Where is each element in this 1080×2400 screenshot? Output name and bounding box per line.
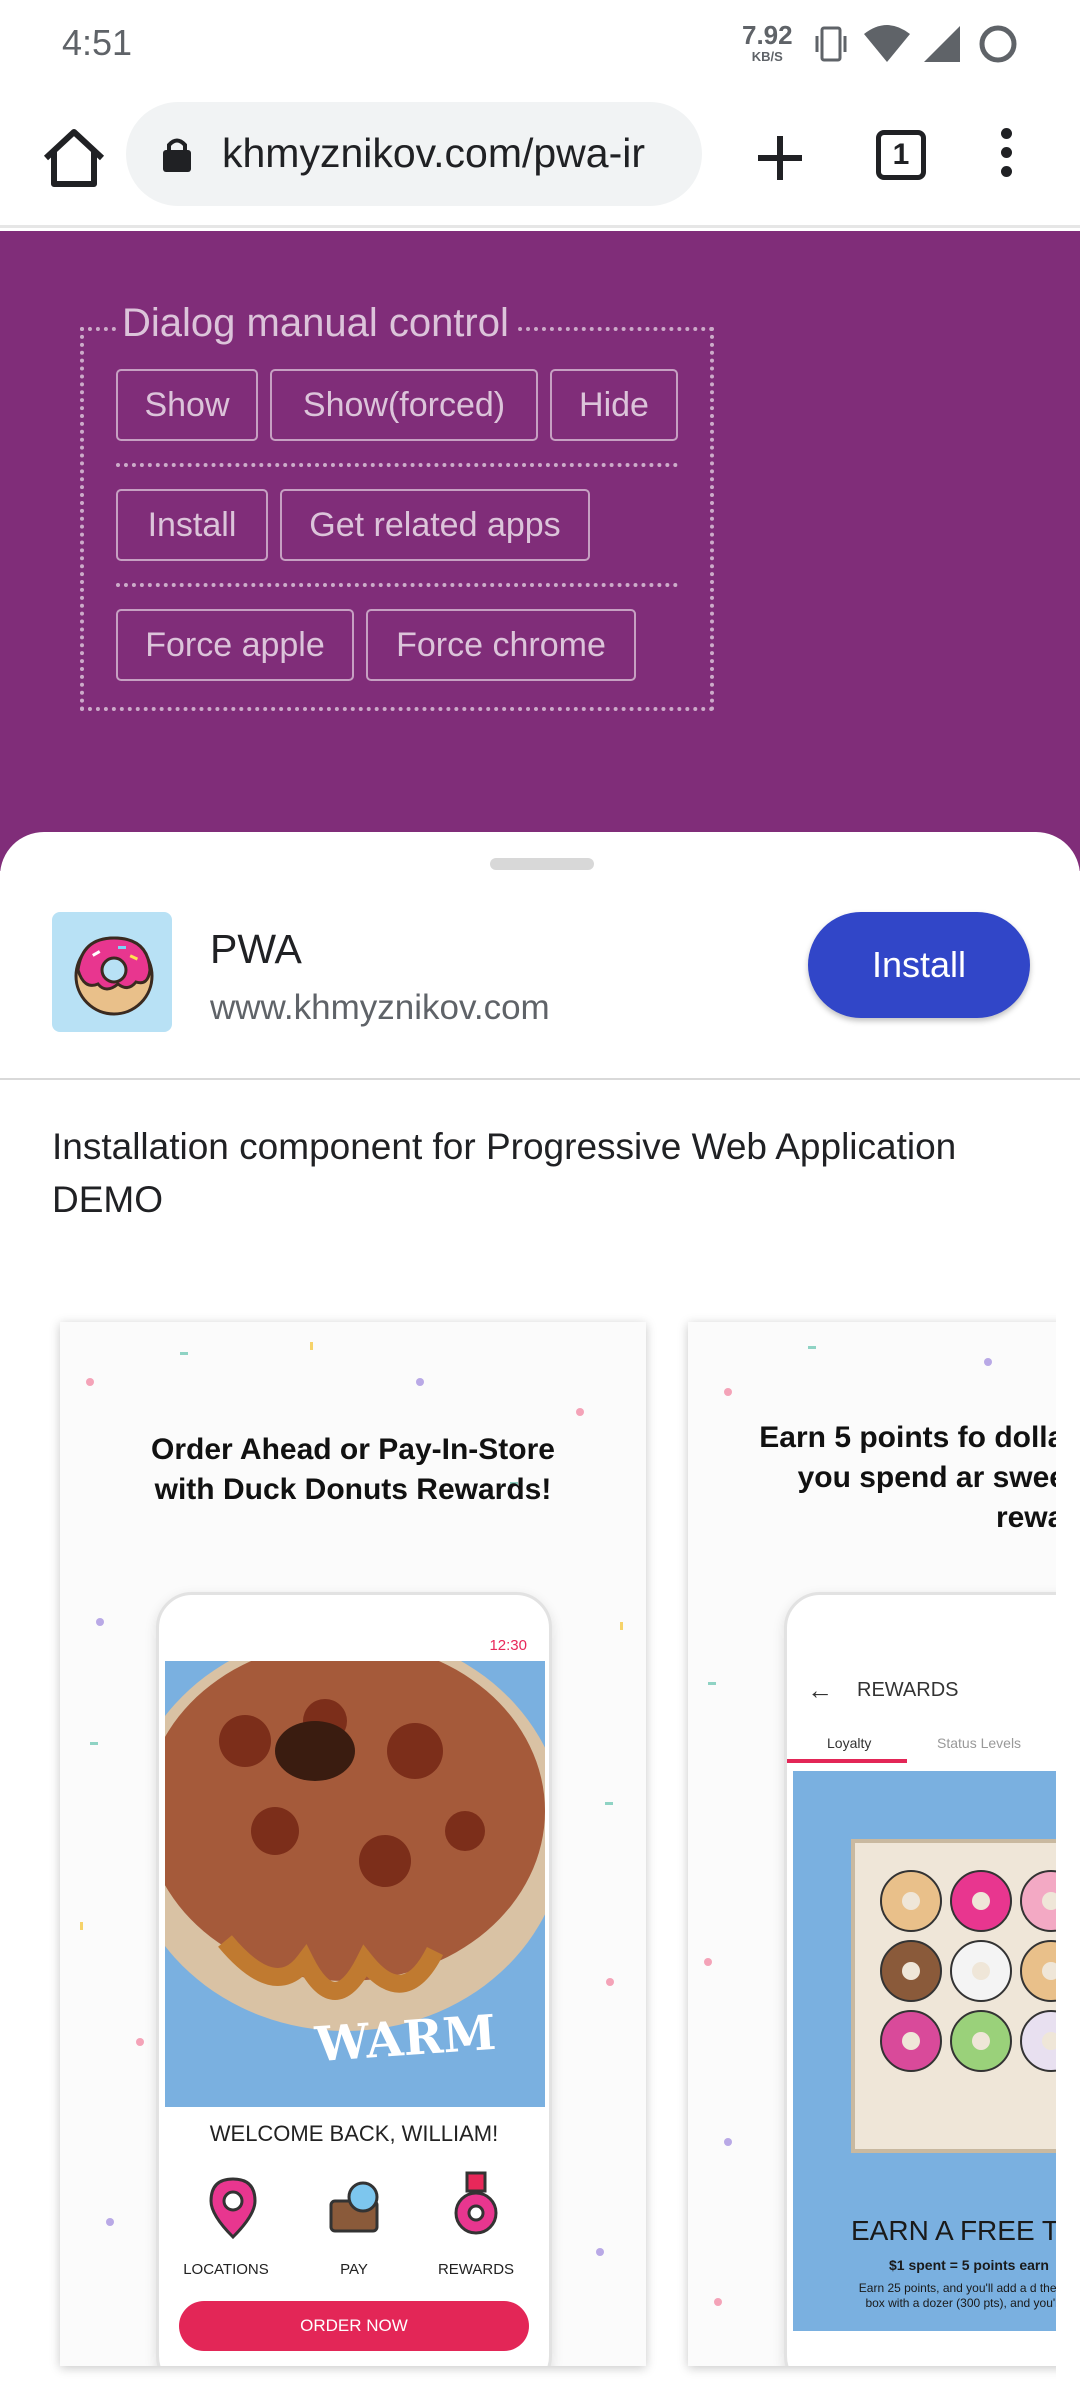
- phone-time: 12:30: [489, 1637, 527, 1654]
- nav-locations: LOCATIONS: [183, 2261, 269, 2278]
- phone-mockup: 12:30 WARM WELCOME BACK, WILLIAM! LOCATI…: [156, 1592, 552, 2366]
- hide-button[interactable]: Hide: [550, 369, 678, 441]
- wifi-icon: [864, 25, 910, 62]
- vibrate-icon: [815, 26, 847, 62]
- donut-icon: [74, 936, 154, 1016]
- separator: [116, 583, 678, 587]
- tab-status-levels: Status Levels: [937, 1735, 1022, 1751]
- tab-loyalty: Loyalty: [827, 1735, 872, 1751]
- plus-icon[interactable]: [752, 120, 808, 196]
- url-bar[interactable]: khmyznikov.com/pwa-ir: [126, 102, 702, 206]
- back-arrow-icon: ←: [807, 1675, 833, 1705]
- app-name: PWA: [210, 926, 302, 972]
- show-button[interactable]: Show: [116, 369, 258, 441]
- fine-print: Earn 25 points, and you'll add a d the b…: [858, 2281, 1056, 2310]
- app-screenshot[interactable]: Order Ahead or Pay-In-Store with Duck Do…: [60, 1322, 646, 2366]
- screenshot-title: Earn 5 points fo dollar you spend ar swe…: [759, 1421, 1056, 1534]
- more-vert-icon[interactable]: [996, 128, 1016, 185]
- nav-pay: PAY: [340, 2261, 368, 2278]
- pay-icon: [329, 2181, 379, 2233]
- phone-mockup: ← REWARDS Loyalty Status Levels EARN A F…: [784, 1592, 1056, 2366]
- rewards-header: REWARDS: [857, 1679, 959, 1701]
- cell-signal-icon: [924, 26, 960, 62]
- drag-handle[interactable]: [490, 858, 594, 870]
- force-apple-button[interactable]: Force apple: [116, 609, 354, 681]
- fieldset-legend: Dialog manual control: [116, 301, 515, 346]
- order-now-button: ORDER NOW: [179, 2301, 529, 2351]
- data-rate-value: 7.92: [742, 20, 793, 50]
- tab-indicator: [787, 1759, 907, 1763]
- screenshot-carousel[interactable]: Order Ahead or Pay-In-Store with Duck Do…: [0, 1284, 1056, 2400]
- divider: [0, 1078, 1080, 1080]
- install-bottom-sheet: PWA www.khmyznikov.com Install Installat…: [0, 832, 1080, 2400]
- lock-icon: [163, 138, 191, 172]
- status-time: 4:51: [62, 22, 133, 63]
- show-forced-button[interactable]: Show(forced): [270, 369, 538, 441]
- url-text: khmyznikov.com/pwa-ir: [222, 130, 645, 176]
- force-chrome-button[interactable]: Force chrome: [366, 609, 636, 681]
- get-related-apps-button[interactable]: Get related apps: [280, 489, 590, 561]
- nav-rewards: REWARDS: [437, 2261, 515, 2278]
- data-rate-unit: KB/S: [751, 49, 783, 64]
- status-bar: 4:51 7.92 KB/S: [0, 0, 1080, 90]
- locations-icon: [209, 2177, 257, 2240]
- data-rate-indicator: 7.92 KB/S: [742, 22, 793, 63]
- battery-circle-icon: [979, 25, 1017, 63]
- app-icon: [52, 912, 172, 1032]
- app-description: Installation component for Progressive W…: [52, 1126, 957, 1220]
- install-button[interactable]: Install: [808, 912, 1030, 1018]
- donut-box-image: [851, 1839, 1056, 2153]
- screenshot-title: Order Ahead or Pay-In-Store with Duck Do…: [151, 1433, 555, 1506]
- rewards-panel: EARN A FREE TR $1 spent = 5 points earn …: [793, 1771, 1056, 2331]
- app-url: www.khmyznikov.com: [210, 988, 550, 1027]
- separator: [116, 463, 678, 467]
- points-line: $1 spent = 5 points earn: [889, 2257, 1049, 2273]
- browser-toolbar: khmyznikov.com/pwa-ir 1: [0, 90, 1080, 228]
- rewards-icon: [454, 2171, 498, 2235]
- welcome-text: WELCOME BACK, WILLIAM!: [209, 2121, 499, 2146]
- tabs-icon[interactable]: 1: [876, 130, 926, 180]
- install-page-button[interactable]: Install: [116, 489, 268, 561]
- promo-heading: EARN A FREE TR: [851, 2215, 1056, 2246]
- donut-photo: WARM: [165, 1661, 545, 2107]
- page-content: Dialog manual control Show Show(forced) …: [0, 231, 1080, 871]
- home-icon[interactable]: [36, 120, 112, 196]
- app-screenshot[interactable]: Earn 5 points fo dollar you spend ar swe…: [688, 1322, 1056, 2366]
